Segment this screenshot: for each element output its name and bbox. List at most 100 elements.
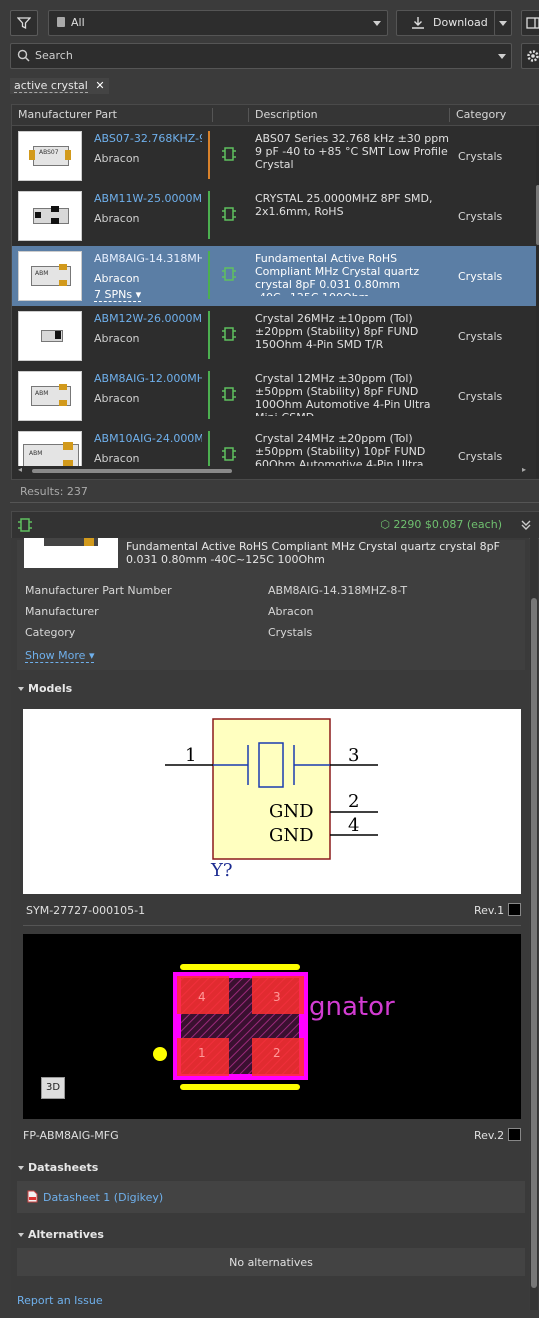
models-section-header[interactable]: Models	[18, 682, 72, 695]
component-icon	[222, 447, 236, 461]
pin-number: 4	[348, 815, 360, 836]
panel-toggle-button[interactable]	[521, 10, 539, 36]
datasheet-link[interactable]: Datasheet 1 (Digikey)	[43, 1191, 163, 1204]
scroll-right-icon[interactable]: ▸	[522, 465, 526, 474]
collapse-triangle-icon	[18, 1233, 24, 1237]
manufacturer: Abracon	[94, 212, 140, 225]
scroll-left-icon[interactable]: ◂	[18, 465, 22, 474]
table-row-selected[interactable]: ABM ABM8AIG-14.318MHZ Abracon 7 SPNs ▾ F…	[12, 246, 537, 306]
category: Crystals	[458, 150, 503, 163]
table-row[interactable]: ABM ABM10AIG-24.000MHZ Abracon Crystal 2…	[12, 426, 537, 466]
settings-button[interactable]	[521, 43, 539, 69]
category: Crystals	[458, 390, 503, 403]
part-description: Fundamental Active RoHS Compliant MHz Cr…	[126, 540, 500, 566]
search-icon	[17, 49, 30, 62]
pdf-icon	[27, 1190, 38, 1203]
download-button[interactable]: Download	[396, 10, 496, 36]
part-thumbnail: ABM	[18, 371, 82, 421]
component-icon	[222, 267, 236, 281]
pad-number: 2	[273, 1046, 281, 1060]
part-number-link[interactable]: ABM10AIG-24.000MHZ	[94, 432, 202, 445]
details-header: ⬡ 2290 $0.087 (each)	[11, 511, 539, 539]
symbol-preview[interactable]: 1 3 2 4 GND GND Y?	[23, 709, 521, 894]
component-icon	[222, 327, 236, 341]
spns-label: 7 SPNs	[94, 288, 133, 301]
pin-number: 3	[348, 745, 360, 766]
component-icon	[222, 387, 236, 401]
column-divider	[449, 108, 450, 122]
filter-tag[interactable]: active crystal ✕	[10, 78, 109, 94]
filter-icon	[17, 17, 31, 30]
component-icon	[18, 518, 32, 532]
scope-label: All	[71, 16, 85, 29]
col-header-category[interactable]: Category	[456, 108, 506, 121]
pad-number: 1	[198, 1046, 206, 1060]
status-bar	[208, 191, 210, 239]
stock-count: 2290	[393, 518, 422, 531]
pin-name: GND	[269, 825, 314, 846]
field-value: ABM8AIG-14.318MHZ-8-T	[268, 584, 408, 597]
spns-dropdown[interactable]: 7 SPNs ▾	[94, 288, 142, 302]
scope-dropdown[interactable]: All	[48, 10, 388, 36]
revision-status-box	[508, 1128, 521, 1141]
table-row[interactable]: ABS07 ABS07-32.768KHZ-9-4 Abracon ABS07 …	[12, 126, 537, 186]
pin-name: GND	[269, 801, 314, 822]
stock-price: ⬡ 2290 $0.087 (each)	[380, 518, 502, 531]
field-value: Abracon	[268, 605, 314, 618]
part-number-link[interactable]: ABM8AIG-14.318MHZ	[94, 252, 202, 265]
alternatives-section-header[interactable]: Alternatives	[18, 1228, 104, 1241]
report-issue-link[interactable]: Report an Issue	[17, 1294, 103, 1307]
part-number-link[interactable]: ABM11W-25.0000MHZ	[94, 192, 202, 205]
col-header-description[interactable]: Description	[255, 108, 318, 121]
table-row[interactable]: ABM ABM8AIG-12.000MHZ Abracon Crystal 12…	[12, 366, 537, 426]
close-icon[interactable]: ✕	[95, 79, 104, 92]
datasheets-title: Datasheets	[28, 1161, 99, 1174]
filter-button[interactable]	[10, 10, 38, 36]
col-header-part[interactable]: Manufacturer Part	[18, 108, 117, 121]
thumbnail-marking: ABS07	[39, 149, 59, 156]
designator: Y?	[211, 860, 233, 881]
divider	[10, 502, 539, 503]
table-row[interactable]: ABM12W-26.0000MHZ Abracon Crystal 26MHz …	[12, 306, 537, 366]
download-menu-button[interactable]	[494, 10, 512, 36]
results-table: Manufacturer Part Description Category A…	[11, 104, 539, 480]
revision-status-box	[508, 903, 521, 916]
collapse-triangle-icon	[18, 687, 24, 691]
part-thumbnail	[18, 191, 82, 241]
part-image	[24, 538, 118, 568]
part-thumbnail	[18, 311, 82, 361]
manufacturer: Abracon	[94, 152, 140, 165]
status-bar	[208, 431, 210, 466]
footprint-preview[interactable]: 4 3 1 2 gnator	[23, 934, 521, 1119]
description: Crystal 26MHz ±10ppm (Tol) ±20ppm (Stabi…	[255, 312, 419, 351]
description: CRYSTAL 25.0000MHZ 8PF SMD, 2x1.6mm, RoH…	[255, 192, 433, 218]
results-count: Results: 237	[20, 485, 88, 498]
search-placeholder: Search	[35, 49, 73, 62]
datasheets-section-header[interactable]: Datasheets	[18, 1161, 98, 1174]
search-input[interactable]: Search	[10, 43, 512, 69]
collapse-icon[interactable]	[520, 519, 532, 531]
horizontal-scroll-thumb[interactable]	[32, 469, 232, 473]
table-row[interactable]: ABM11W-25.0000MHZ Abracon CRYSTAL 25.000…	[12, 186, 537, 246]
status-bar	[208, 371, 210, 419]
details-scroll-thumb[interactable]	[531, 598, 537, 1288]
footprint-revision: Rev.2	[474, 1129, 505, 1142]
manufacturer: Abracon	[94, 392, 140, 405]
view-3d-button[interactable]: 3D	[41, 1077, 65, 1099]
column-divider	[248, 108, 249, 122]
pcb-footprint	[153, 964, 308, 1090]
models-title: Models	[28, 682, 73, 695]
part-thumbnail: ABS07	[18, 131, 82, 181]
field-label: Manufacturer Part Number	[25, 584, 172, 597]
field-label: Manufacturer	[25, 605, 99, 618]
part-number-link[interactable]: ABM12W-26.0000MHZ	[94, 312, 202, 325]
description: ABS07 Series 32.768 kHz ±30 ppm 9 pF -40…	[255, 132, 449, 171]
show-more-label: Show More	[25, 649, 86, 662]
field-label: Category	[25, 626, 76, 639]
part-number-link[interactable]: ABM8AIG-12.000MHZ	[94, 372, 202, 385]
gear-icon	[527, 50, 539, 62]
description: Fundamental Active RoHS Compliant MHz Cr…	[255, 252, 420, 296]
show-more-link[interactable]: Show More ▾	[25, 649, 95, 663]
horizontal-scrollbar[interactable]: ◂ ▸	[18, 465, 530, 475]
part-number-link[interactable]: ABS07-32.768KHZ-9-4	[94, 132, 202, 145]
